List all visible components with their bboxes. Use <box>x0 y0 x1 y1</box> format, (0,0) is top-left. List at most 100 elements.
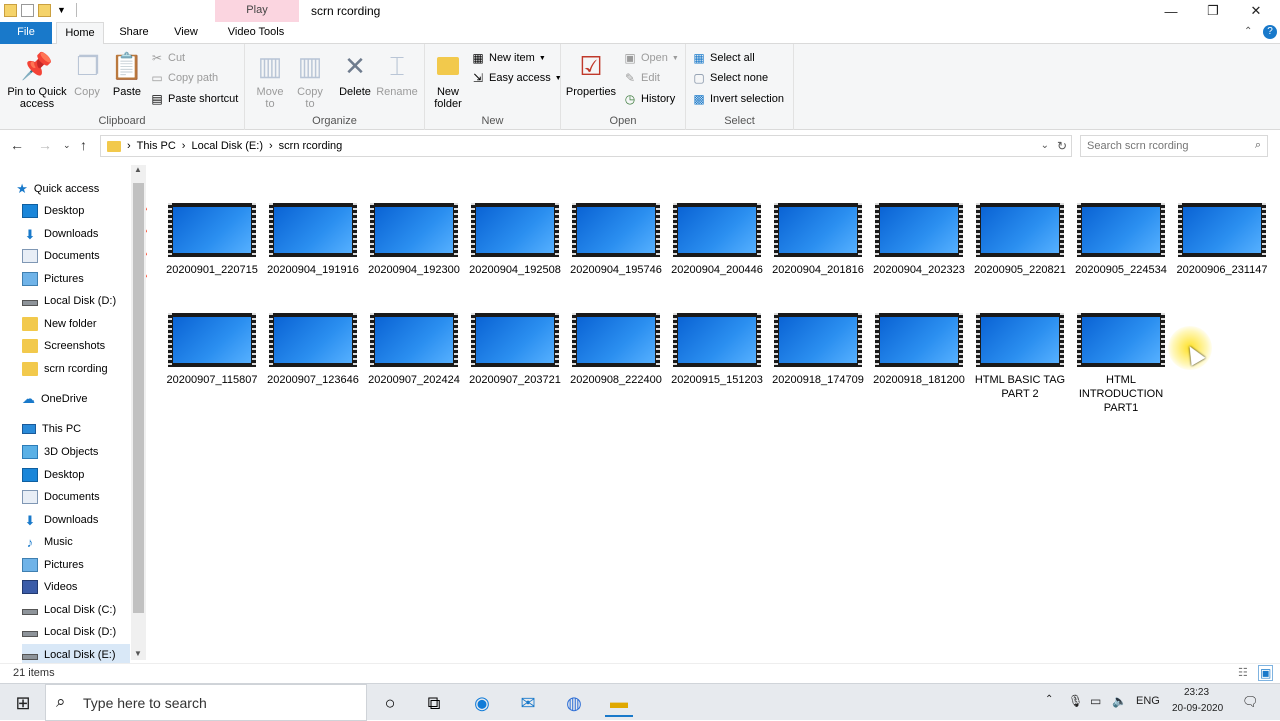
file-item[interactable]: 20200907_115807 <box>163 313 261 387</box>
back-arrow-icon[interactable]: ← <box>10 137 24 153</box>
properties-button[interactable]: ☑ Properties <box>565 50 617 98</box>
mail-icon[interactable]: ✉ <box>514 689 542 717</box>
new-folder-button[interactable]: New folder <box>431 50 465 110</box>
maximize-button[interactable]: ❐ <box>1192 0 1234 22</box>
breadcrumb-local-disk-e[interactable]: Local Disk (E:) <box>191 140 263 152</box>
move-to-button[interactable]: ▥ Move to <box>253 50 287 110</box>
nav-pc-item[interactable]: Pictures <box>22 554 130 576</box>
cortana-icon[interactable]: ○ <box>376 689 404 717</box>
tab-home[interactable]: Home <box>56 22 104 44</box>
new-item-button[interactable]: ▦ New item ▼ <box>471 48 545 68</box>
copy-path-button[interactable]: ▭ Copy path <box>150 68 218 88</box>
tab-video-tools[interactable]: Video Tools <box>218 22 294 44</box>
search-icon[interactable]: ⌕ <box>1255 139 1261 152</box>
open-button[interactable]: ▣ Open ▼ <box>623 48 679 68</box>
file-item[interactable]: HTML INTRODUCTION PART1 <box>1072 313 1170 415</box>
file-item[interactable]: 20200918_181200 <box>870 313 968 387</box>
select-all-button[interactable]: ▦ Select all <box>692 48 754 68</box>
file-item[interactable]: 20200907_202424 <box>365 313 463 387</box>
nav-pc-item[interactable]: ⬇ Downloads <box>22 509 130 531</box>
file-explorer-icon[interactable]: ▬ <box>605 689 633 717</box>
recent-locations-chevron-icon[interactable]: ⌄ <box>63 140 71 151</box>
browser-icon[interactable]: ◍ <box>560 689 588 717</box>
file-item[interactable]: HTML BASIC TAG PART 2 <box>971 313 1069 401</box>
windows-start-icon[interactable]: ⊞ <box>9 689 37 717</box>
paste-button[interactable]: 📋 Paste <box>110 50 144 98</box>
tab-share[interactable]: Share <box>112 22 156 44</box>
battery-icon[interactable]: ▭ <box>1090 694 1101 708</box>
forward-arrow-icon[interactable]: → <box>38 137 52 153</box>
up-arrow-icon[interactable]: ↑ <box>80 137 87 153</box>
nav-pc-item[interactable]: ♪ Music <box>22 531 130 553</box>
help-icon[interactable]: ? <box>1263 25 1277 39</box>
close-button[interactable]: ✕ <box>1235 0 1277 22</box>
address-history-chevron-icon[interactable]: ⌄ <box>1041 140 1049 151</box>
details-view-icon[interactable]: ☷ <box>1238 666 1248 679</box>
file-item[interactable]: 20200904_192300 <box>365 203 463 277</box>
large-icons-view-icon[interactable]: ▣ <box>1258 665 1274 681</box>
context-tab-play[interactable]: Play <box>215 0 299 22</box>
file-item[interactable]: 20200904_202323 <box>870 203 968 277</box>
search-input[interactable] <box>1087 139 1245 153</box>
file-item[interactable]: 20200904_200446 <box>668 203 766 277</box>
tab-view[interactable]: View <box>166 22 206 44</box>
nav-pc-item[interactable]: Local Disk (C:) <box>22 599 130 621</box>
invert-selection-button[interactable]: ▩ Invert selection <box>692 89 784 109</box>
taskbar-search[interactable]: ⌕ Type here to search <box>45 684 367 721</box>
breadcrumb-separator-icon[interactable]: › <box>182 140 186 152</box>
expand-chevron-icon[interactable] <box>8 185 10 194</box>
delete-button[interactable]: ✕ Delete <box>337 50 373 98</box>
refresh-icon[interactable]: ↻ <box>1057 139 1067 153</box>
file-item[interactable]: 20200904_201816 <box>769 203 867 277</box>
copy-to-button[interactable]: ▥ Copy to <box>293 50 327 110</box>
language-indicator[interactable]: ENG <box>1136 695 1160 707</box>
file-item[interactable]: 20200906_231147 <box>1173 203 1271 277</box>
customize-dropdown-icon[interactable]: ▼ <box>57 5 66 15</box>
microphone-icon[interactable]: 🎙 <box>1068 694 1083 708</box>
nav-quick-access[interactable]: ★ Quick access <box>8 178 138 200</box>
breadcrumb-current-folder[interactable]: scrn rcording <box>279 140 343 152</box>
file-item[interactable]: 20200904_192508 <box>466 203 564 277</box>
breadcrumb-separator-icon[interactable]: › <box>269 140 273 152</box>
minimize-button[interactable]: — <box>1150 0 1192 22</box>
address-bar[interactable]: › This PC › Local Disk (E:) › scrn rcord… <box>100 135 1072 157</box>
rename-button[interactable]: ⌶ Rename <box>375 50 419 98</box>
nav-pc-item[interactable]: Desktop <box>22 464 130 486</box>
easy-access-button[interactable]: ⇲ Easy access ▼ <box>471 68 562 88</box>
collapse-ribbon-icon[interactable]: ⌃ <box>1244 26 1252 37</box>
task-view-icon[interactable]: ⧉ <box>420 689 448 717</box>
tab-file[interactable]: File <box>0 22 52 44</box>
select-none-button[interactable]: ▢ Select none <box>692 68 768 88</box>
properties-icon[interactable] <box>21 3 34 17</box>
scroll-up-icon[interactable]: ▲ <box>134 165 142 174</box>
file-item[interactable]: 20200904_191916 <box>264 203 362 277</box>
breadcrumb-separator-icon[interactable]: › <box>127 140 131 152</box>
nav-pc-item[interactable]: Local Disk (D:) <box>22 621 130 643</box>
nav-scrollbar[interactable]: ▲ ▼ <box>131 165 146 660</box>
nav-this-pc[interactable]: This PC <box>8 418 138 440</box>
edge-icon[interactable]: ◉ <box>468 689 496 717</box>
file-item[interactable]: 20200905_220821 <box>971 203 1069 277</box>
file-item[interactable]: 20200908_222400 <box>567 313 665 387</box>
nav-onedrive[interactable]: ☁ OneDrive <box>8 388 138 410</box>
nav-pc-item[interactable]: Documents <box>22 486 130 508</box>
pin-quick-access-button[interactable]: 📌 Pin to Quick access <box>4 50 70 110</box>
clock-time[interactable]: 23:23 <box>1184 687 1209 698</box>
file-item[interactable]: 20200907_123646 <box>264 313 362 387</box>
show-hidden-icons-icon[interactable]: ⌃ <box>1045 694 1053 705</box>
edit-button[interactable]: ✎ Edit <box>623 68 660 88</box>
copy-button[interactable]: ❐ Copy <box>72 50 102 98</box>
breadcrumb-this-pc[interactable]: This PC <box>137 140 176 152</box>
paste-shortcut-button[interactable]: ▤ Paste shortcut <box>150 89 238 109</box>
scroll-down-icon[interactable]: ▼ <box>134 649 142 658</box>
nav-pc-item[interactable]: Videos <box>22 576 130 598</box>
file-item[interactable]: 20200907_203721 <box>466 313 564 387</box>
notifications-icon[interactable]: 🗨 <box>1242 694 1259 710</box>
history-button[interactable]: ◷ History <box>623 89 675 109</box>
new-folder-icon[interactable] <box>38 3 51 17</box>
volume-icon[interactable]: 🔈 <box>1112 694 1127 708</box>
cut-button[interactable]: ✂ Cut <box>150 48 185 68</box>
file-item[interactable]: 20200901_220715 <box>163 203 261 277</box>
nav-scrollbar-thumb[interactable] <box>133 183 144 613</box>
file-item[interactable]: 20200904_195746 <box>567 203 665 277</box>
